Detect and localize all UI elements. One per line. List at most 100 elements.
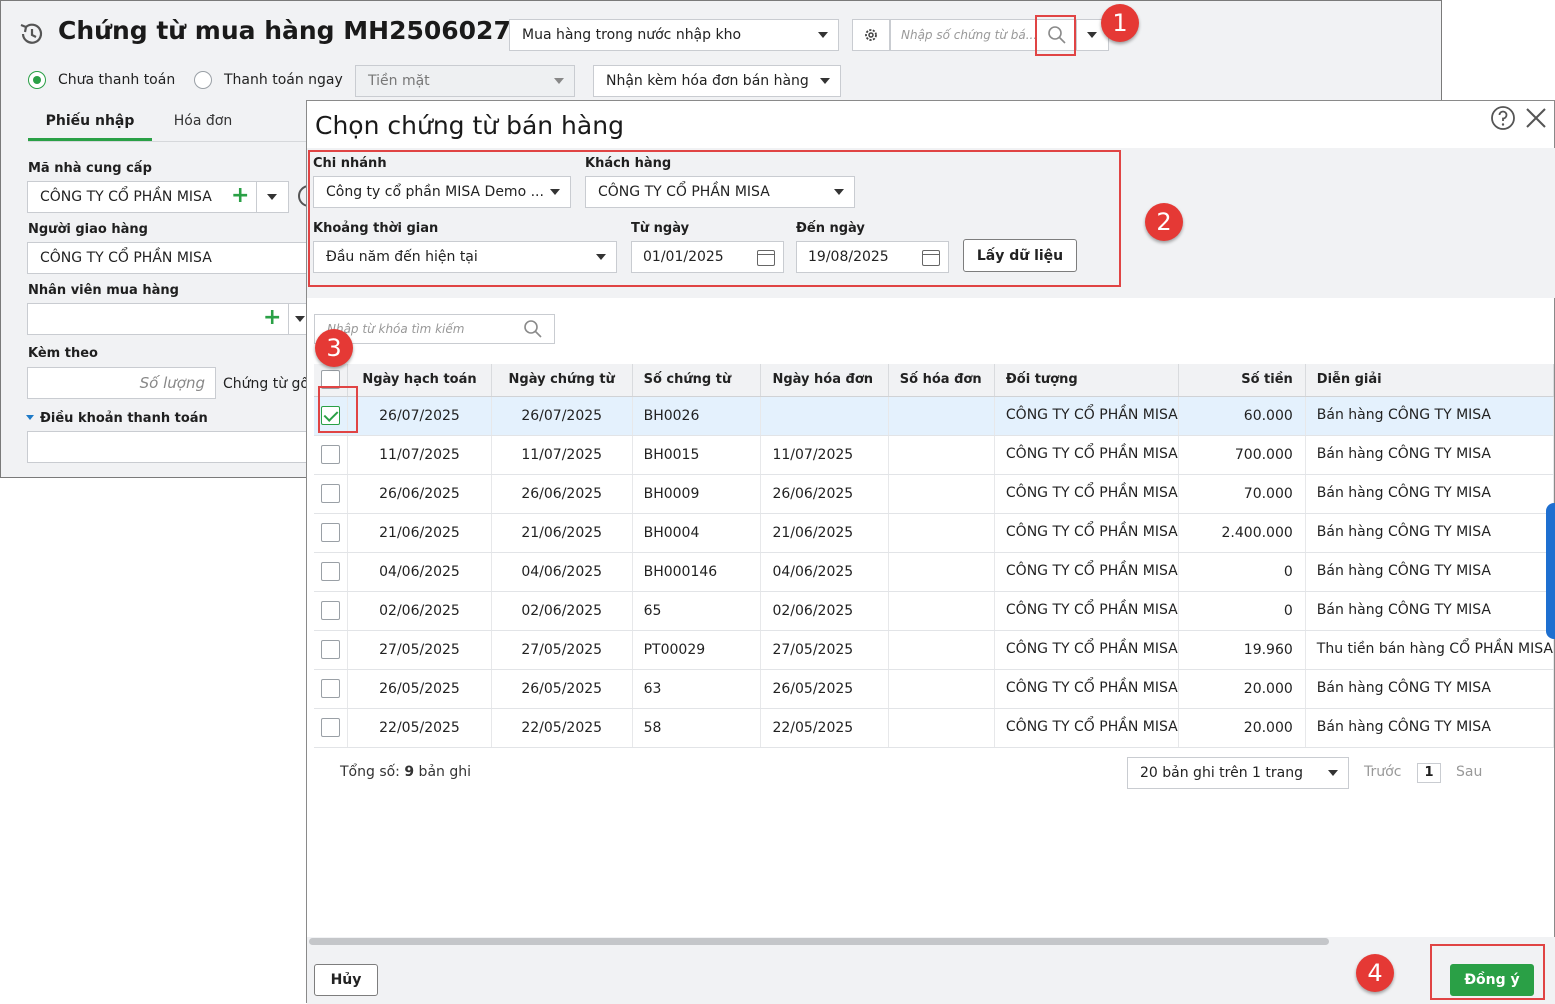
row-select-cell	[314, 513, 349, 553]
table-row[interactable]: 26/06/2025 26/06/2025 BH0009 26/06/2025 CÔNG…	[314, 474, 1555, 514]
row-checkbox[interactable]	[321, 679, 341, 698]
col-header-description[interactable]: Diễn giải	[1305, 364, 1555, 397]
supplier-dropdown-button[interactable]	[256, 181, 289, 213]
row-select-cell	[314, 630, 349, 670]
tab-label: Phiếu nhập	[45, 113, 135, 129]
cell-doc-no[interactable]: 65	[632, 591, 762, 631]
highlight-box-checkbox	[318, 386, 358, 433]
page-size-select[interactable]: 20 bản ghi trên 1 trang	[1127, 757, 1349, 789]
row-checkbox[interactable]	[321, 640, 341, 659]
next-page-button[interactable]: Sau	[1456, 764, 1482, 780]
table-row[interactable]: 21/06/2025 21/06/2025 BH0004 21/06/2025 CÔNG…	[314, 513, 1555, 553]
cell-doc-date: 21/06/2025	[491, 513, 633, 553]
search-icon[interactable]	[523, 319, 543, 339]
collapse-toggle-icon[interactable]	[26, 415, 34, 420]
tab-hoa-don[interactable]: Hóa đơn	[152, 109, 254, 141]
cell-invoice-no	[888, 591, 995, 631]
cell-doc-no[interactable]: BH0004	[632, 513, 762, 553]
deliverer-value: CÔNG TY CỔ PHẦN MISA	[40, 250, 212, 266]
row-checkbox[interactable]	[321, 484, 341, 503]
cell-doc-no[interactable]: BH0026	[632, 396, 762, 436]
cancel-button[interactable]: Hủy	[314, 964, 378, 996]
payment-terms-field[interactable]	[27, 431, 317, 463]
table-row[interactable]: 26/05/2025 26/05/2025 63 26/05/2025 CÔNG TY …	[314, 669, 1555, 709]
add-buyer-icon[interactable]: +	[263, 307, 281, 329]
add-supplier-icon[interactable]: +	[231, 185, 249, 207]
cell-invoice-date: 26/05/2025	[760, 669, 889, 709]
row-select-cell	[314, 708, 349, 748]
col-header-post-date[interactable]: Ngày hạch toán	[347, 364, 492, 397]
buyer-field[interactable]	[27, 303, 289, 335]
cell-description: Bán hàng CÔNG TY MISA	[1305, 513, 1555, 553]
row-checkbox[interactable]	[321, 445, 341, 464]
table-row[interactable]: 27/05/2025 27/05/2025 PT00029 27/05/2025 CÔN…	[314, 630, 1555, 670]
cell-object: CÔNG TY CỔ PHẦN MISA	[994, 396, 1179, 436]
radio-unpaid[interactable]	[28, 71, 46, 89]
history-icon[interactable]	[18, 20, 46, 48]
buyer-label: Nhân viên mua hàng	[28, 283, 179, 298]
quantity-field[interactable]: Số lượng	[27, 367, 216, 399]
invoice-option-select[interactable]: Nhận kèm hóa đơn bán hàng	[593, 65, 841, 97]
cell-doc-no[interactable]: 63	[632, 669, 762, 709]
supplier-label: Mã nhà cung cấp	[28, 161, 152, 176]
radio-pay-now[interactable]	[194, 71, 212, 89]
col-header-invoice-date[interactable]: Ngày hóa đơn	[760, 364, 889, 397]
cell-post-date: 26/07/2025	[347, 396, 492, 436]
cell-doc-no[interactable]: BH0015	[632, 435, 762, 475]
cell-object: CÔNG TY CỔ PHẦN MISA	[994, 669, 1179, 709]
table-row[interactable]: 11/07/2025 11/07/2025 BH0015 11/07/2025 CÔNG…	[314, 435, 1555, 475]
supplier-value: CÔNG TY CỔ PHẦN MISA	[40, 189, 212, 205]
radio-unpaid-label: Chưa thanh toán	[58, 72, 176, 88]
payment-method-select[interactable]: Tiền mặt	[355, 65, 575, 97]
supplier-field[interactable]: CÔNG TY CỔ PHẦN MISA	[27, 181, 257, 213]
cell-doc-no[interactable]: PT00029	[632, 630, 762, 670]
close-icon[interactable]	[1525, 107, 1547, 129]
row-select-cell	[314, 435, 349, 475]
chevron-down-icon	[267, 194, 277, 200]
cell-amount: 0	[1178, 591, 1306, 631]
payment-terms-label[interactable]: Điều khoản thanh toán	[40, 411, 208, 426]
tab-phieu-nhap[interactable]: Phiếu nhập	[28, 109, 152, 141]
cell-post-date: 26/06/2025	[347, 474, 492, 514]
cell-description: Bán hàng CÔNG TY MISA	[1305, 396, 1555, 436]
col-header-doc-date[interactable]: Ngày chứng từ	[491, 364, 633, 397]
horizontal-scrollbar-thumb[interactable]	[309, 938, 1329, 945]
cell-doc-no[interactable]: 58	[632, 708, 762, 748]
cell-amount: 20.000	[1178, 708, 1306, 748]
row-checkbox[interactable]	[321, 562, 341, 581]
row-checkbox[interactable]	[321, 601, 341, 620]
row-checkbox[interactable]	[321, 718, 341, 737]
cell-description: Bán hàng CÔNG TY MISA	[1305, 591, 1555, 631]
table-row[interactable]: 04/06/2025 04/06/2025 BH000146 04/06/2025 CÔ…	[314, 552, 1555, 592]
settings-button[interactable]	[852, 19, 890, 51]
cell-doc-no[interactable]: BH000146	[632, 552, 762, 592]
cell-invoice-no	[888, 630, 995, 670]
prev-page-button[interactable]: Trước	[1364, 764, 1401, 780]
cell-invoice-date: 02/06/2025	[760, 591, 889, 631]
cell-invoice-date: 04/06/2025	[760, 552, 889, 592]
cell-doc-no[interactable]: BH0009	[632, 474, 762, 514]
col-header-invoice-no[interactable]: Số hóa đơn	[888, 364, 995, 397]
deliverer-field[interactable]: CÔNG TY CỔ PHẦN MISA	[27, 242, 317, 274]
tab-divider	[28, 141, 308, 142]
help-icon[interactable]	[1490, 105, 1516, 131]
chevron-down-icon	[295, 316, 305, 322]
attach-label: Kèm theo	[28, 346, 98, 361]
table-row[interactable]: 22/05/2025 22/05/2025 58 22/05/2025 CÔNG TY …	[314, 708, 1555, 748]
side-panel-handle[interactable]	[1546, 503, 1555, 639]
table-row[interactable]: 02/06/2025 02/06/2025 65 02/06/2025 CÔNG TY …	[314, 591, 1555, 631]
purchase-type-select[interactable]: Mua hàng trong nước nhập kho	[509, 19, 839, 51]
cell-doc-date: 26/05/2025	[491, 669, 633, 709]
cell-invoice-no	[888, 669, 995, 709]
col-header-doc-no[interactable]: Số chứng từ	[632, 364, 762, 397]
cell-doc-date: 02/06/2025	[491, 591, 633, 631]
table-row[interactable]: 26/07/2025 26/07/2025 BH0026 CÔNG TY CỔ PHẦ…	[314, 396, 1555, 436]
col-header-amount[interactable]: Số tiền	[1178, 364, 1306, 397]
cell-invoice-date	[760, 396, 889, 436]
voucher-table: Ngày hạch toán Ngày chứng từ Số chứng từ…	[314, 364, 1555, 748]
col-header-object[interactable]: Đối tượng	[994, 364, 1179, 397]
row-checkbox[interactable]	[321, 523, 341, 542]
cell-post-date: 27/05/2025	[347, 630, 492, 670]
cell-invoice-no	[888, 474, 995, 514]
current-page[interactable]: 1	[1417, 763, 1441, 783]
